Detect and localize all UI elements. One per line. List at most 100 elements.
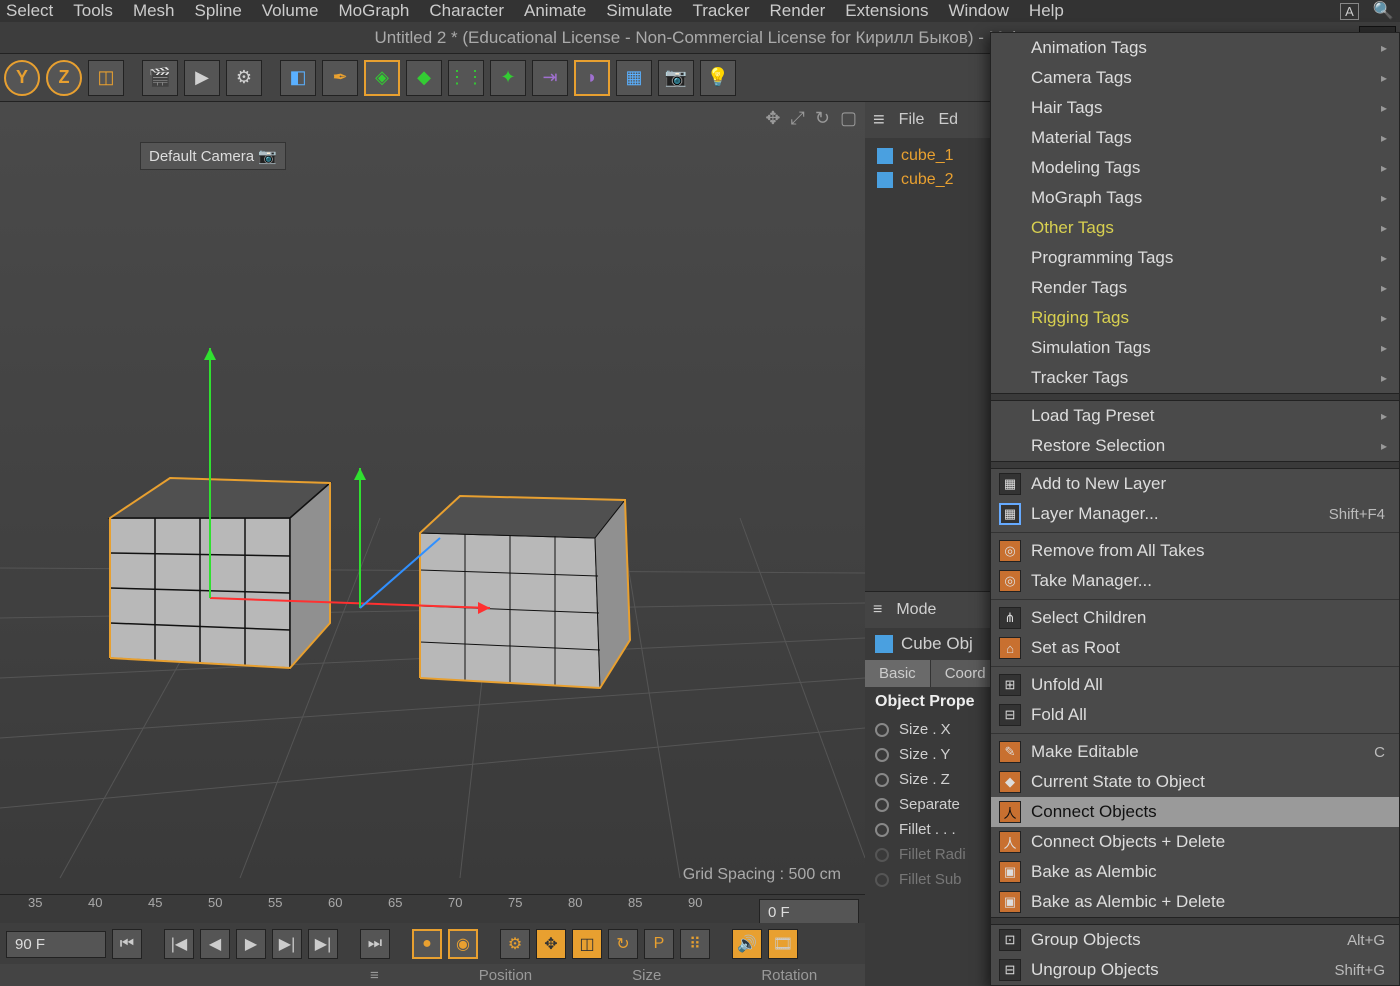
ctx-group-objects[interactable]: ⊡Group ObjectsAlt+G <box>991 925 1399 955</box>
ctx-other-tags[interactable]: Other Tags <box>991 213 1399 243</box>
key-pla-button[interactable]: ⠿ <box>680 929 710 959</box>
am-menu-icon[interactable]: ≡ <box>873 601 882 619</box>
sound-button[interactable]: 🔊 <box>732 929 762 959</box>
menu-mesh[interactable]: Mesh <box>133 1 175 21</box>
ctx-material-tags[interactable]: Material Tags <box>991 123 1399 153</box>
tool-extrude[interactable]: ◆ <box>406 60 442 96</box>
om-edit-menu[interactable]: Ed <box>938 111 958 129</box>
menu-window[interactable]: Window <box>948 1 1008 21</box>
ctx-restore-selection[interactable]: Restore Selection <box>991 431 1399 461</box>
tool-voronoi[interactable]: ✦ <box>490 60 526 96</box>
tool-floor[interactable]: ▦ <box>616 60 652 96</box>
ctx-camera-tags[interactable]: Camera Tags <box>991 63 1399 93</box>
tool-subdivision[interactable]: ◈ <box>364 60 400 96</box>
ctx-animation-tags[interactable]: Animation Tags <box>991 33 1399 63</box>
play-button[interactable]: ▶ <box>236 929 266 959</box>
om-file-menu[interactable]: File <box>899 111 925 129</box>
camera-label[interactable]: Default Camera 📷 <box>140 142 286 170</box>
record-button[interactable]: ● <box>412 929 442 959</box>
attr-object-title: Cube Obj <box>901 634 973 654</box>
tool-field[interactable]: ⇥ <box>532 60 568 96</box>
ctx-bake-alembic-delete[interactable]: ▣Bake as Alembic + Delete <box>991 887 1399 917</box>
menu-tools[interactable]: Tools <box>73 1 113 21</box>
grid-spacing-label: Grid Spacing : 500 cm <box>683 866 841 884</box>
tool-bend[interactable]: ◗ <box>574 60 610 96</box>
ctx-select-children[interactable]: ⋔Select Children <box>991 603 1399 633</box>
ctx-load-tag-preset[interactable]: Load Tag Preset <box>991 401 1399 431</box>
ctx-render-tags[interactable]: Render Tags <box>991 273 1399 303</box>
timeline-end-field[interactable]: 0 F <box>759 899 859 923</box>
ctx-fold-all[interactable]: ⊟Fold All <box>991 700 1399 730</box>
ctx-remove-from-takes[interactable]: ◎Remove from All Takes <box>991 536 1399 566</box>
tool-pen[interactable]: ✒ <box>322 60 358 96</box>
timeline-tick: 60 <box>328 895 342 910</box>
tool-render-pv[interactable]: ▶ <box>184 60 220 96</box>
tool-axis-z[interactable]: Z <box>46 60 82 96</box>
step-fwd-button[interactable]: ▶| <box>272 929 302 959</box>
ctx-make-editable[interactable]: ✎Make EditableC <box>991 737 1399 767</box>
menu-help[interactable]: Help <box>1029 1 1064 21</box>
ctx-connect-objects[interactable]: 人Connect Objects <box>991 797 1399 827</box>
am-mode-menu[interactable]: Mode <box>896 601 936 619</box>
ctx-add-to-new-layer[interactable]: ▦Add to New Layer <box>991 469 1399 499</box>
viewport-move-icon[interactable]: ✥ <box>765 108 780 129</box>
ctx-programming-tags[interactable]: Programming Tags <box>991 243 1399 273</box>
menu-mograph[interactable]: MoGraph <box>338 1 409 21</box>
film-button[interactable]: 🎞 <box>768 929 798 959</box>
tool-axis-y[interactable]: Y <box>4 60 40 96</box>
ctx-modeling-tags[interactable]: Modeling Tags <box>991 153 1399 183</box>
next-key-button[interactable]: ▶| <box>308 929 338 959</box>
ctx-ungroup-objects[interactable]: ⊟Ungroup ObjectsShift+G <box>991 955 1399 985</box>
ctx-tracker-tags[interactable]: Tracker Tags <box>991 363 1399 393</box>
om-menu-icon[interactable]: ≡ <box>873 109 885 132</box>
menu-select[interactable]: Select <box>6 1 53 21</box>
timeline-ruler[interactable]: 35 40 45 50 55 60 65 70 75 80 85 90 0 F <box>0 895 865 923</box>
ctx-current-state[interactable]: ◆Current State to Object <box>991 767 1399 797</box>
current-frame-field[interactable]: 90 F <box>6 931 106 958</box>
ctx-mograph-tags[interactable]: MoGraph Tags <box>991 183 1399 213</box>
viewport-maximize-icon[interactable]: ▢ <box>840 108 857 129</box>
menu-character[interactable]: Character <box>429 1 504 21</box>
tool-render-settings[interactable]: ⚙ <box>226 60 262 96</box>
viewport[interactable]: ✥ ⤢ ↻ ▢ Default Camera 📷 <box>0 102 865 894</box>
ctx-unfold-all[interactable]: ⊞Unfold All <box>991 670 1399 700</box>
keyframe-sel-button[interactable]: ⚙ <box>500 929 530 959</box>
prev-key-button[interactable]: |◀ <box>164 929 194 959</box>
key-pos-button[interactable]: ✥ <box>536 929 566 959</box>
tool-render-view[interactable]: 🎬 <box>142 60 178 96</box>
object-label: cube_2 <box>901 171 954 189</box>
viewport-dolly-icon[interactable]: ⤢ <box>790 108 804 129</box>
tool-cube-primitive[interactable]: ◧ <box>280 60 316 96</box>
menu-volume[interactable]: Volume <box>262 1 319 21</box>
attr-tab-basic[interactable]: Basic <box>865 660 931 687</box>
autokey-button[interactable]: ◉ <box>448 929 478 959</box>
goto-start-button[interactable]: ⏮ <box>112 929 142 959</box>
menu-spline[interactable]: Spline <box>195 1 242 21</box>
tool-light[interactable]: 💡 <box>700 60 736 96</box>
menu-tracker[interactable]: Tracker <box>693 1 750 21</box>
viewport-rotate-icon[interactable]: ↻ <box>815 108 830 129</box>
tool-cloner[interactable]: ⋮⋮ <box>448 60 484 96</box>
ctx-rigging-tags[interactable]: Rigging Tags <box>991 303 1399 333</box>
layout-box[interactable]: A <box>1340 3 1359 20</box>
step-back-button[interactable]: ◀ <box>200 929 230 959</box>
ctx-connect-delete[interactable]: 人Connect Objects + Delete <box>991 827 1399 857</box>
key-param-button[interactable]: P <box>644 929 674 959</box>
goto-end-button[interactable]: ⏭ <box>360 929 390 959</box>
tool-coord-system[interactable]: ◫ <box>88 60 124 96</box>
menu-animate[interactable]: Animate <box>524 1 586 21</box>
ctx-simulation-tags[interactable]: Simulation Tags <box>991 333 1399 363</box>
search-icon[interactable]: 🔍 <box>1373 1 1394 21</box>
ctx-layer-manager[interactable]: ▦Layer Manager...Shift+F4 <box>991 499 1399 529</box>
tool-camera[interactable]: 📷 <box>658 60 694 96</box>
menu-extensions[interactable]: Extensions <box>845 1 928 21</box>
context-menu: Animation Tags Camera Tags Hair Tags Mat… <box>990 32 1400 986</box>
ctx-take-manager[interactable]: ◎Take Manager... <box>991 566 1399 596</box>
menu-render[interactable]: Render <box>770 1 826 21</box>
key-scale-button[interactable]: ◫ <box>572 929 602 959</box>
ctx-hair-tags[interactable]: Hair Tags <box>991 93 1399 123</box>
menu-simulate[interactable]: Simulate <box>606 1 672 21</box>
ctx-bake-alembic[interactable]: ▣Bake as Alembic <box>991 857 1399 887</box>
ctx-set-as-root[interactable]: ⌂Set as Root <box>991 633 1399 663</box>
key-rot-button[interactable]: ↻ <box>608 929 638 959</box>
